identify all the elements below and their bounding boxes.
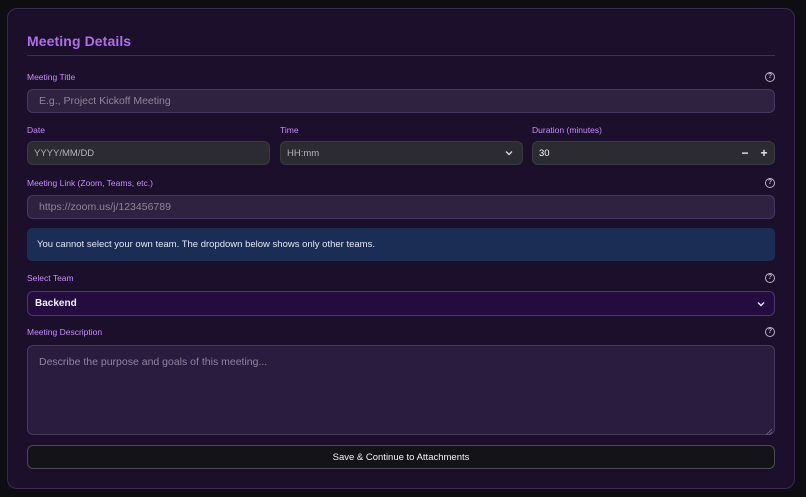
meeting-description-textarea[interactable]: Describe the purpose and goals of this m… [27, 345, 775, 436]
chevron-down-icon [505, 149, 513, 157]
meeting-link-input[interactable]: https://zoom.us/j/123456789 [27, 195, 775, 219]
info-alert: You cannot select your own team. The dro… [27, 228, 775, 261]
save-continue-button[interactable]: Save & Continue to Attachments [27, 445, 775, 469]
help-circle-icon[interactable]: ? [765, 72, 775, 82]
decrement-button[interactable]: − [738, 146, 752, 160]
help-circle-icon[interactable]: ? [765, 273, 775, 283]
description-placeholder: Describe the purpose and goals of this m… [39, 356, 268, 368]
team-select-value: Backend [35, 298, 77, 309]
date-input[interactable]: YYYY/MM/DD [27, 141, 270, 165]
meeting-details-panel: Meeting Details Meeting Title ? E.g., Pr… [7, 8, 795, 489]
time-label: Time [280, 125, 299, 135]
divider [27, 55, 775, 56]
duration-value: 30 [539, 147, 550, 159]
section-title: Meeting Details [27, 33, 132, 49]
meeting-link-label: Meeting Link (Zoom, Teams, etc.) [27, 178, 153, 188]
duration-stepper[interactable]: 30 − + [532, 141, 775, 165]
chevron-down-icon [757, 300, 765, 308]
select-team-label: Select Team [27, 273, 74, 283]
help-circle-icon[interactable]: ? [765, 327, 775, 337]
resize-grip-icon[interactable] [765, 426, 773, 436]
duration-label: Duration (minutes) [532, 125, 602, 135]
increment-button[interactable]: + [757, 146, 771, 160]
meeting-description-label: Meeting Description [27, 327, 103, 337]
team-select[interactable]: Backend [27, 291, 775, 316]
time-select[interactable]: HH:mm [280, 141, 523, 165]
meeting-title-input[interactable]: E.g., Project Kickoff Meeting [27, 89, 775, 113]
time-select-value: HH:mm [287, 147, 320, 159]
date-label: Date [27, 125, 45, 135]
help-circle-icon[interactable]: ? [765, 178, 775, 188]
meeting-title-label: Meeting Title [27, 72, 76, 82]
